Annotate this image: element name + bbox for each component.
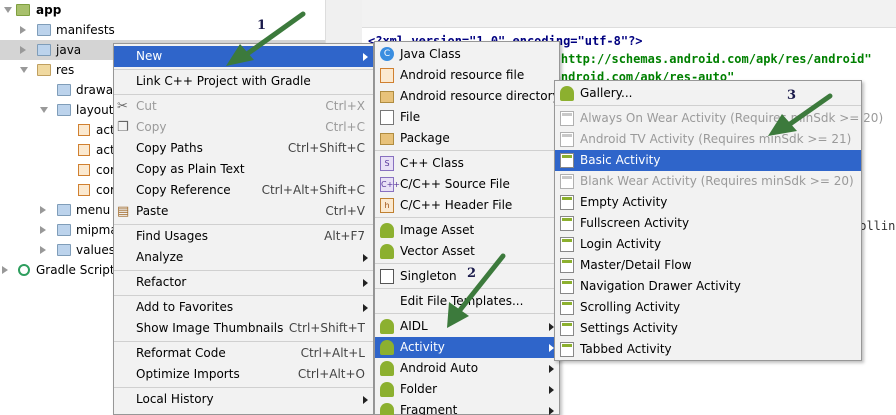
ide-screenshot: app manifests java res drawab layout act… — [0, 0, 896, 415]
annotation-arrow-1 — [244, 11, 306, 57]
annotation-arrow-2 — [457, 253, 506, 313]
annotation-overlay — [226, 11, 833, 328]
annotation-number-2: 2 — [467, 266, 477, 281]
annotation-number-1: 1 — [257, 18, 267, 33]
annotation-number-3: 3 — [787, 88, 797, 103]
